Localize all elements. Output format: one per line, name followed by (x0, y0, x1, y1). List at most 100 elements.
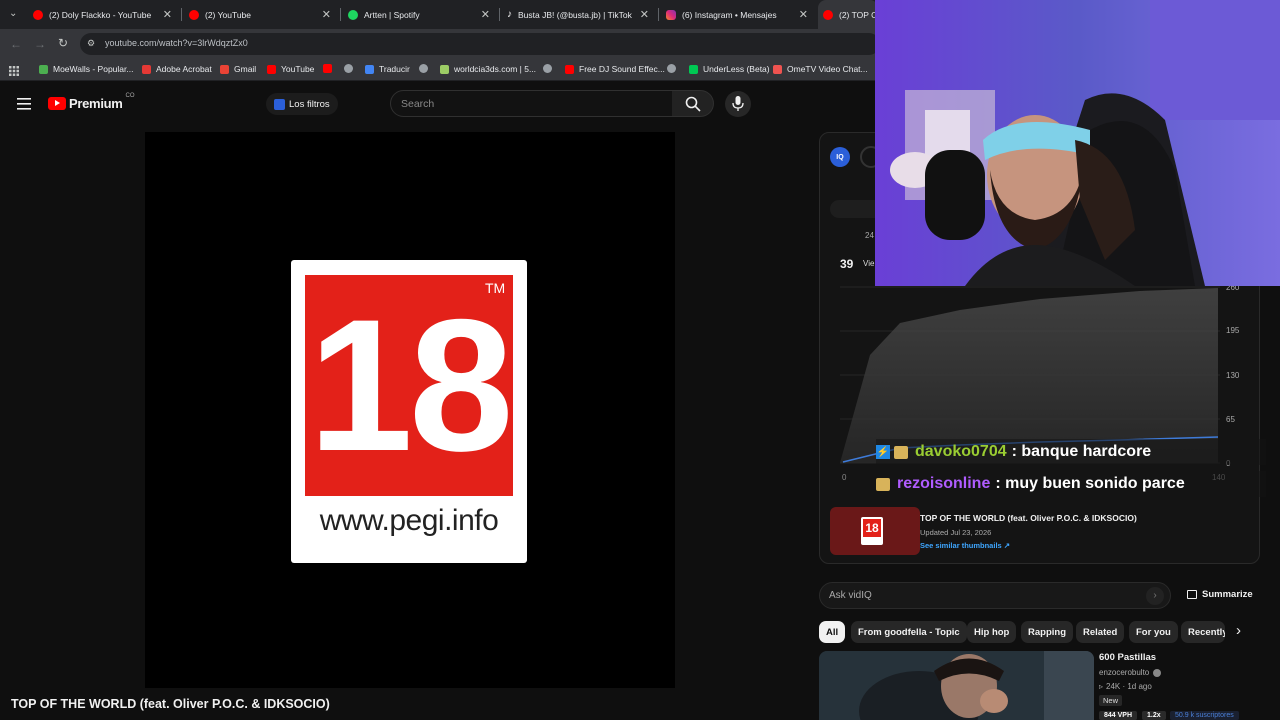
bookmark-label: Gmail (234, 64, 257, 74)
tab-separator (181, 8, 182, 21)
thumbnail-scene (819, 651, 1094, 720)
close-tab-icon[interactable]: ✕ (163, 8, 172, 21)
bookmark-adobe-acrobat[interactable]: Adobe Acrobat (142, 64, 212, 74)
recommended-meta: ▹ 24K · 1d ago (1099, 682, 1152, 691)
bookmark-globe-3[interactable] (543, 64, 557, 73)
reload-icon[interactable]: ↻ (58, 36, 68, 50)
bookmark-gmail[interactable]: Gmail (220, 64, 256, 74)
recommended-thumbnail[interactable] (819, 651, 1094, 720)
youtube-icon (565, 64, 574, 74)
vidiq-logo-icon[interactable]: IQ (830, 147, 850, 167)
chat-message: ⚡ davoko0704 : banque hardcore (876, 439, 1266, 465)
close-tab-icon[interactable]: ✕ (322, 8, 331, 21)
bookmark-worldcia3ds[interactable]: worldcia3ds.com | 5... (440, 64, 536, 74)
youtube-icon (267, 64, 276, 74)
tab-search-chevron-icon[interactable]: ⌄ (9, 8, 17, 19)
menu-hamburger-icon[interactable] (17, 97, 31, 110)
microphone-icon (732, 96, 744, 111)
clapper-badge-icon (876, 477, 890, 491)
ask-placeholder: Ask vidIQ (829, 590, 872, 601)
acrobat-icon (142, 64, 151, 74)
tab-active-top-of-the-world[interactable]: (2) TOP O (818, 0, 878, 29)
y-tick-label: 195 (1226, 326, 1240, 335)
apps-grid-icon[interactable] (9, 63, 19, 76)
tab-spotify[interactable]: Artten | Spotify ✕ (348, 0, 498, 29)
youtube-favicon-icon (33, 9, 43, 20)
globe-icon (543, 64, 552, 73)
bookmark-label: Adobe Acrobat (156, 64, 212, 74)
search-placeholder: Search (401, 98, 435, 110)
see-similar-link[interactable]: See similar thumbnails ↗ (920, 541, 1010, 550)
tab-separator (499, 8, 500, 21)
chip-rapping[interactable]: Rapping (1021, 621, 1073, 643)
search-input[interactable]: Search (390, 90, 673, 117)
forward-arrow-icon[interactable]: → (34, 37, 46, 51)
chip-from-goodfella[interactable]: From goodfella - Topic (851, 621, 967, 643)
chip-recently[interactable]: Recently (1181, 621, 1225, 643)
y-tick-label: 65 (1226, 415, 1235, 424)
summarize-button[interactable]: Summarize (1187, 589, 1253, 600)
bookmark-free-dj[interactable]: Free DJ Sound Effec... (565, 64, 665, 74)
close-tab-icon[interactable]: ✕ (640, 8, 649, 21)
youtube-play-icon (48, 97, 66, 110)
search-button[interactable] (672, 90, 714, 117)
bookmark-ometv[interactable]: OmeTV Video Chat... (773, 64, 868, 74)
ask-vidiq-input[interactable]: Ask vidIQ › (819, 582, 1171, 609)
youtube-favicon-icon (189, 9, 199, 20)
filters-label: Los filtros (289, 98, 330, 110)
globe-icon (419, 64, 428, 73)
pegi-trademark: TM (485, 280, 506, 296)
tab-title: (2) TOP O (839, 9, 878, 20)
bookmark-traducir[interactable]: Traducir (365, 64, 410, 74)
views-area (840, 288, 1218, 463)
thumbnail-pegi-icon: 18 (861, 517, 883, 545)
underless-icon (689, 64, 698, 74)
card-updated: Updated Jul 23, 2026 (920, 528, 992, 537)
chips-next-chevron-icon[interactable]: › (1236, 622, 1241, 639)
mod-badge-icon: ⚡ (876, 445, 890, 459)
chip-related[interactable]: Related (1076, 621, 1125, 643)
youtube-premium-logo[interactable]: Premium CO (48, 93, 135, 111)
bookmark-moewalls[interactable]: MoeWalls - Popular... (39, 64, 133, 74)
spotify-favicon-icon (348, 9, 358, 20)
x-tick-label: 0 (842, 473, 847, 482)
voice-search-button[interactable] (725, 91, 751, 117)
bookmark-globe-4[interactable] (667, 64, 681, 73)
bookmark-underless[interactable]: UnderLess (Beta) (689, 64, 770, 74)
close-tab-icon[interactable]: ✕ (481, 8, 490, 21)
tab-youtube[interactable]: (2) YouTube ✕ (189, 0, 339, 29)
moewalls-icon (39, 64, 48, 74)
bookmark-label: worldcia3ds.com | 5... (454, 64, 537, 74)
tab-tiktok[interactable]: ♪ Busta JB! (@busta.jb) | TikTok ✕ (507, 0, 657, 29)
tab-instagram[interactable]: (6) Instagram • Mensajes ✕ (666, 0, 816, 29)
verified-icon (1153, 668, 1162, 677)
pegi-age-number: 18 (308, 280, 513, 490)
send-chevron-icon[interactable]: › (1146, 587, 1164, 605)
recommended-title[interactable]: 600 Pastillas (1099, 652, 1156, 663)
y-tick-label: 130 (1226, 371, 1240, 380)
bookmark-globe-2[interactable] (419, 64, 433, 73)
globe-icon (667, 64, 676, 73)
bookmark-globe[interactable] (344, 64, 358, 73)
tab-separator (340, 8, 341, 21)
chip-hip-hop[interactable]: Hip hop (967, 621, 1017, 643)
tab-title: Artten | Spotify (364, 9, 420, 20)
recommended-channel[interactable]: enzocerobulto (1099, 668, 1162, 677)
book-icon (1187, 590, 1197, 599)
new-badge: New (1099, 695, 1123, 706)
chat-username: davoko0704 (915, 443, 1007, 460)
tab-doly-flackko[interactable]: (2) Doly Flackko - YouTube ✕ (30, 0, 180, 29)
bookmark-youtube[interactable]: YouTube (267, 64, 314, 74)
chip-for-you[interactable]: For you (1129, 621, 1178, 643)
bookmark-youtube-2[interactable] (323, 64, 337, 73)
site-info-icon[interactable]: ⚙ (87, 38, 95, 49)
bookmark-label: Free DJ Sound Effec... (579, 64, 665, 74)
filters-button[interactable]: Los filtros (266, 93, 338, 115)
card-thumbnail[interactable]: 18 (830, 507, 920, 555)
channel-name: enzocerobulto (1099, 668, 1150, 677)
close-tab-icon[interactable]: ✕ (799, 8, 808, 21)
chat-text: : muy buen sonido parce (995, 475, 1185, 492)
chip-all[interactable]: All (819, 621, 846, 643)
back-arrow-icon[interactable]: ← (10, 37, 22, 51)
url-text[interactable]: youtube.com/watch?v=3lrWdqztZx0 (105, 38, 248, 48)
